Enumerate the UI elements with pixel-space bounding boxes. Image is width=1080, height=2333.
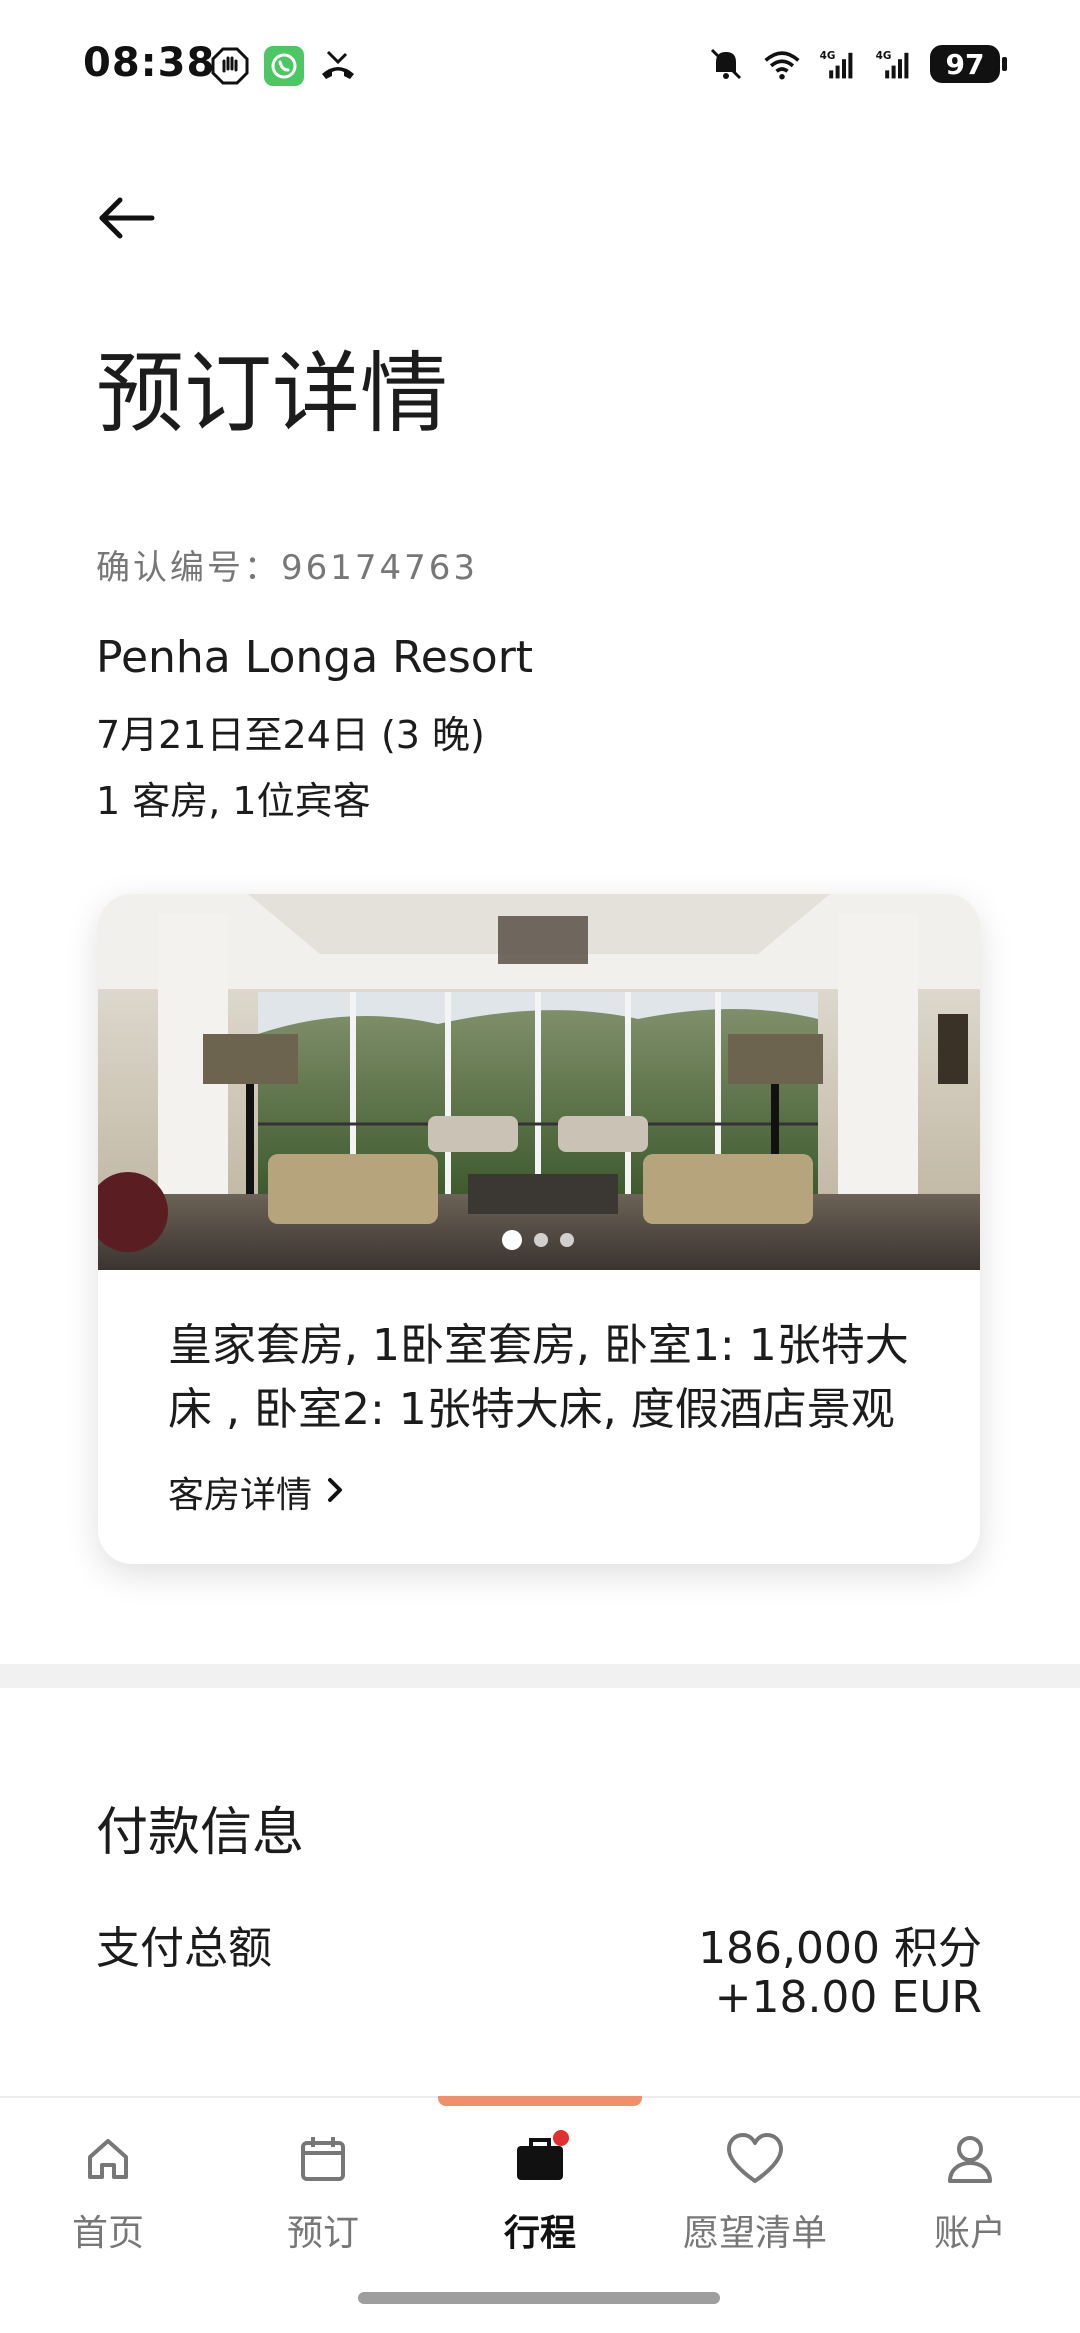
guest-count: 1 客房, 1位宾客 <box>96 779 371 823</box>
wifi-icon <box>762 44 802 84</box>
calendar-icon <box>292 2128 354 2190</box>
nav-item-book[interactable]: 预订 <box>223 2128 423 2256</box>
nav-item-wishlist[interactable]: 愿望清单 <box>655 2128 855 2256</box>
confirmation-number: 96174763 <box>281 548 479 588</box>
status-right-icons: 4G 4G 97 <box>706 44 1007 84</box>
heart-icon <box>724 2128 786 2190</box>
room-details-link[interactable]: 客房详情 <box>168 1466 344 1518</box>
stop-hand-icon <box>210 46 250 86</box>
nav-label-wishlist: 愿望清单 <box>682 2213 827 2254</box>
room-card[interactable]: 皇家套房, 1卧室套房, 卧室1: 1张特大床 , 卧室2: 1张特大床, 度假… <box>98 894 980 1564</box>
section-divider <box>0 1664 1080 1688</box>
battery-icon: 97 <box>930 45 1007 83</box>
suitcase-icon <box>509 2128 571 2190</box>
nav-label-book: 预订 <box>286 2213 359 2254</box>
signal-4g-icon: 4G <box>874 44 914 84</box>
nav-label-account: 账户 <box>933 2213 1006 2254</box>
chevron-right-icon <box>326 1472 344 1513</box>
page-title: 预订详情 <box>96 342 449 445</box>
confirmation-label: 确认编号： <box>96 548 281 588</box>
carousel-dot[interactable] <box>534 1233 548 1247</box>
mute-icon <box>706 44 746 84</box>
total-cash: +18.00 EUR <box>714 1972 982 2023</box>
home-icon <box>77 2128 139 2190</box>
total-points: 186,000 积分 <box>698 1923 982 1974</box>
notification-badge <box>553 2130 569 2146</box>
stay-dates: 7月21日至24日 (3 晚) <box>96 713 485 757</box>
nav-item-trips[interactable]: 行程 <box>440 2128 640 2256</box>
svg-text:4G: 4G <box>876 50 892 62</box>
room-description: 皇家套房, 1卧室套房, 卧室1: 1张特大床 , 卧室2: 1张特大床, 度假… <box>168 1320 909 1435</box>
missed-call-icon <box>318 46 358 86</box>
nav-active-indicator <box>438 2096 642 2106</box>
status-left-icons <box>210 46 358 86</box>
confirmation-row: 确认编号：96174763 <box>96 540 478 589</box>
nav-item-account[interactable]: 账户 <box>870 2128 1070 2256</box>
hotel-name: Penha Longa Resort <box>96 632 534 683</box>
whatsapp-icon <box>264 46 304 86</box>
carousel-dot[interactable] <box>560 1233 574 1247</box>
signal-4g-icon: 4G <box>818 44 858 84</box>
total-label: 支付总额 <box>96 1923 272 1974</box>
carousel-dot[interactable] <box>502 1230 522 1250</box>
photo-carousel-dots[interactable] <box>502 1230 574 1250</box>
nav-item-home[interactable]: 首页 <box>8 2128 208 2256</box>
payment-title: 付款信息 <box>96 1803 305 1863</box>
svg-text:4G: 4G <box>820 50 836 62</box>
home-indicator[interactable] <box>358 2292 720 2304</box>
nav-label-trips: 行程 <box>503 2213 576 2254</box>
back-button[interactable] <box>96 185 166 255</box>
status-bar: 08:38 4G 4G 97 <box>0 0 1080 135</box>
room-details-label: 客房详情 <box>168 1475 313 1516</box>
person-icon <box>939 2128 1001 2190</box>
back-arrow-icon <box>96 196 156 244</box>
room-photo[interactable] <box>98 894 980 1270</box>
suite-living-room-image <box>98 894 980 1270</box>
nav-label-home: 首页 <box>71 2213 144 2254</box>
status-time: 08:38 <box>83 40 216 86</box>
battery-level: 97 <box>945 47 985 81</box>
